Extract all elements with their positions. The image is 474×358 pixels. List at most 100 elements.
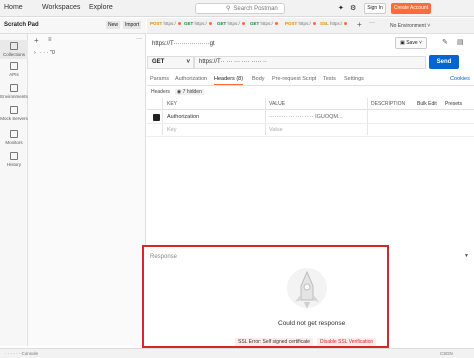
request-tab[interactable]: POST https:/ bbox=[150, 21, 181, 31]
tab-params[interactable]: Params bbox=[150, 76, 169, 82]
collections-icon bbox=[10, 42, 18, 50]
sidebar-header: Scratch Pad New Import bbox=[0, 18, 146, 34]
row-divider bbox=[147, 136, 474, 137]
tree-item-label: · · · "0 bbox=[39, 50, 55, 56]
method-select[interactable]: GET ˅ bbox=[147, 56, 194, 69]
unsaved-dot-icon bbox=[241, 22, 245, 25]
unsaved-dot-icon bbox=[344, 22, 348, 25]
tree-item[interactable]: › · · · "0 bbox=[34, 50, 55, 56]
tab-authorization[interactable]: Authorization bbox=[175, 76, 207, 82]
response-label: Response bbox=[150, 254, 178, 260]
history-icon bbox=[10, 152, 18, 160]
apis-icon bbox=[10, 62, 18, 70]
send-button[interactable]: Send bbox=[429, 55, 459, 69]
tab-tests[interactable]: Tests bbox=[323, 76, 336, 82]
top-bar: Home Workspaces Explore ⚲ Search Postman… bbox=[0, 0, 474, 17]
unsaved-dot-icon bbox=[274, 22, 278, 25]
headers-subbar: Headers ◉ 7 hidden bbox=[147, 89, 204, 95]
request-tab[interactable]: GET https:/ bbox=[184, 21, 212, 31]
edit-icon[interactable]: ✎ bbox=[442, 38, 448, 46]
new-button[interactable]: New bbox=[106, 21, 121, 29]
more-icon[interactable]: ··· bbox=[136, 36, 142, 42]
eye-icon: ◉ bbox=[176, 89, 182, 95]
rail-mock-servers[interactable]: Mock Servers bbox=[0, 106, 28, 121]
unsaved-dot-icon bbox=[177, 22, 181, 25]
new-key-input[interactable]: Key bbox=[167, 124, 176, 136]
import-button[interactable]: Import bbox=[123, 21, 142, 29]
chevron-down-icon: ˅ bbox=[419, 40, 422, 46]
footer-right: CSDN bbox=[440, 351, 453, 356]
chevron-down-icon[interactable]: ▼ bbox=[464, 253, 469, 259]
request-section-tabs: Params Authorization Headers (8) Body Pr… bbox=[147, 74, 474, 86]
save-button[interactable]: ▣ Save ˅ bbox=[395, 37, 427, 49]
filter-icon[interactable]: ≡ bbox=[48, 37, 52, 43]
rail-monitors[interactable]: Monitors bbox=[0, 130, 28, 145]
rail-apis[interactable]: APIs bbox=[0, 62, 28, 77]
column-value: VALUE bbox=[269, 101, 286, 107]
tab-body[interactable]: Body bbox=[252, 76, 265, 82]
header-key[interactable]: Authorization bbox=[167, 111, 199, 123]
request-tab[interactable]: GET https:/ bbox=[250, 21, 278, 31]
environment-select[interactable]: No Environment ˅ bbox=[390, 19, 460, 33]
divider bbox=[265, 98, 266, 135]
disable-ssl-button[interactable]: Disable SSL Verification bbox=[317, 338, 377, 346]
nav-workspaces[interactable]: Workspaces bbox=[42, 4, 80, 11]
mock-servers-icon bbox=[10, 106, 18, 114]
column-description: DESCRIPTION bbox=[371, 101, 406, 107]
ssl-error-text: SSL Error: Self signed certificate bbox=[235, 338, 314, 346]
headers-label: Headers bbox=[151, 89, 170, 95]
search-placeholder: Search Postman bbox=[233, 5, 278, 12]
search-input[interactable]: ⚲ Search Postman bbox=[195, 3, 285, 14]
request-tab[interactable]: POST https:/ bbox=[285, 21, 316, 31]
new-tab-icon[interactable]: + bbox=[357, 20, 362, 29]
sign-in-button[interactable]: Sign In bbox=[364, 3, 386, 14]
unsaved-dot-icon bbox=[312, 22, 316, 25]
tab-headers[interactable]: Headers (8) bbox=[214, 76, 244, 85]
headers-table: KEY VALUE DESCRIPTION Bulk Edit Presets … bbox=[147, 98, 474, 138]
cookies-link[interactable]: Cookies bbox=[450, 76, 470, 82]
workspace-title: Scratch Pad bbox=[4, 22, 39, 28]
nav-home[interactable]: Home bbox=[4, 4, 23, 11]
collection-tree: + ≡ ··· › · · · "0 bbox=[28, 34, 146, 346]
sidebar-rail: Collections APIs Environments Mock Serve… bbox=[0, 34, 28, 346]
response-panel bbox=[142, 245, 389, 348]
add-icon[interactable]: + bbox=[34, 36, 39, 45]
unsaved-dot-icon bbox=[208, 22, 212, 25]
satellite-icon[interactable]: ✦ bbox=[338, 4, 344, 12]
bulk-edit-button[interactable]: Bulk Edit bbox=[417, 98, 437, 110]
hidden-headers-toggle[interactable]: ◉ 7 hidden bbox=[174, 89, 204, 95]
new-value-input[interactable]: Value bbox=[269, 124, 283, 136]
chevron-down-icon: ˅ bbox=[186, 59, 190, 65]
request-tab[interactable]: SSL https:/ bbox=[320, 21, 348, 31]
row-checkbox[interactable] bbox=[153, 114, 160, 121]
tab-pre-request-script[interactable]: Pre-request Script bbox=[272, 76, 316, 82]
chevron-right-icon: › bbox=[34, 50, 36, 56]
rail-environments[interactable]: Environments bbox=[0, 84, 28, 99]
rail-collections[interactable]: Collections bbox=[0, 40, 28, 59]
monitors-icon bbox=[10, 130, 18, 138]
tab-settings[interactable]: Settings bbox=[344, 76, 364, 82]
header-value[interactable]: ·········· ··· ···· ·· ·· IGUOQM... bbox=[269, 111, 343, 123]
no-response-illustration-icon bbox=[287, 268, 327, 309]
chevron-down-icon: ˅ bbox=[427, 23, 431, 29]
settings-icon[interactable]: ⚙ bbox=[350, 4, 356, 12]
url-input[interactable]: https://T·· ··· ··· ···· ····· ·· bbox=[194, 56, 426, 69]
breadcrumb-text: https://T··················gt bbox=[152, 40, 215, 47]
presets-button[interactable]: Presets bbox=[445, 98, 462, 110]
status-bar: · · · · · · Console CSDN bbox=[0, 348, 474, 358]
nav-explore[interactable]: Explore bbox=[89, 4, 113, 11]
column-key: KEY bbox=[167, 101, 178, 107]
save-icon: ▣ bbox=[400, 40, 405, 46]
row-divider bbox=[147, 123, 474, 124]
environments-icon bbox=[10, 84, 18, 92]
request-tab[interactable]: GET https:/ bbox=[217, 21, 245, 31]
tabs-more-icon[interactable]: ··· bbox=[369, 20, 375, 26]
create-account-button[interactable]: Create Account bbox=[391, 3, 431, 14]
search-icon: ⚲ bbox=[226, 6, 231, 12]
response-message: Could not get response bbox=[278, 320, 346, 327]
rail-history[interactable]: History bbox=[0, 152, 28, 167]
divider bbox=[162, 98, 163, 135]
footer-left[interactable]: · · · · · · Console bbox=[5, 349, 38, 358]
divider bbox=[367, 98, 368, 135]
comment-icon[interactable]: ▤ bbox=[457, 38, 464, 46]
